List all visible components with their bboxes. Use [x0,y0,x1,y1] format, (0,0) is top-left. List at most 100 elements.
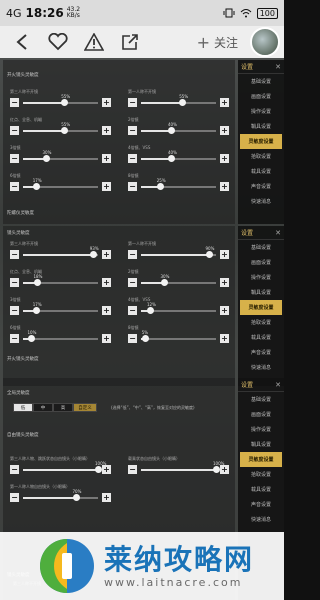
increase-button[interactable]: + [220,278,229,287]
preset-option[interactable]: 高 [53,403,73,412]
sidebar-item[interactable]: 鞘具设置 [238,437,284,452]
sensitivity-slider[interactable]: 17% [23,178,98,193]
share-button[interactable] [112,26,148,58]
preset-option[interactable]: 自定义 [73,403,97,412]
increase-button[interactable]: + [220,98,229,107]
sensitivity-slider[interactable]: 18% [23,274,98,289]
decrease-button[interactable]: − [128,98,137,107]
slider-handle[interactable] [179,99,187,106]
sidebar-item[interactable]: 载具设置 [238,164,284,179]
increase-button[interactable]: + [102,154,111,163]
slider-handle[interactable] [32,307,40,314]
report-button[interactable] [76,26,112,58]
increase-button[interactable]: + [102,182,111,191]
follow-button[interactable]: + 关注 [197,27,280,57]
increase-button[interactable]: + [220,182,229,191]
increase-button[interactable]: + [220,334,229,343]
sidebar-item[interactable]: 基础设置 [238,240,284,255]
sensitivity-slider[interactable]: 90% [141,246,216,261]
sidebar-item[interactable]: 拾取设置 [238,467,284,482]
close-icon[interactable]: ✕ [275,229,281,237]
increase-button[interactable]: + [220,126,229,135]
avatar[interactable] [250,27,280,57]
sensitivity-slider[interactable]: 70% [23,489,98,504]
slider-handle[interactable] [32,183,40,190]
sidebar-item[interactable]: 操作设置 [238,104,284,119]
increase-button[interactable]: + [102,126,111,135]
decrease-button[interactable]: − [10,126,19,135]
increase-button[interactable]: + [102,278,111,287]
sensitivity-slider[interactable]: 5% [141,330,216,345]
decrease-button[interactable]: − [10,306,19,315]
sensitivity-slider[interactable]: 100% [141,461,224,476]
preset-option[interactable]: 中 [33,403,53,412]
sensitivity-slider[interactable]: 30% [23,150,98,165]
slider-handle[interactable] [89,251,97,258]
sidebar-item[interactable]: 鞘具设置 [238,119,284,134]
slider-handle[interactable] [72,494,80,501]
increase-button[interactable]: + [220,250,229,259]
sidebar-item[interactable]: 鞘具设置 [238,285,284,300]
sensitivity-slider[interactable]: 17% [23,302,98,317]
decrease-button[interactable]: − [10,493,19,502]
slider-handle[interactable] [141,335,149,342]
sensitivity-slider[interactable]: 40% [141,122,216,137]
sidebar-item[interactable]: 声音设置 [238,179,284,194]
sensitivity-slider[interactable]: 25% [141,178,216,193]
decrease-button[interactable]: − [128,465,137,474]
decrease-button[interactable]: − [10,154,19,163]
slider-handle[interactable] [61,127,69,134]
decrease-button[interactable]: − [128,182,137,191]
increase-button[interactable]: + [220,154,229,163]
sensitivity-slider[interactable]: 40% [141,150,216,165]
sidebar-item[interactable]: 载具设置 [238,482,284,497]
sidebar-item[interactable]: 灵敏度设置 [240,134,282,149]
back-button[interactable] [4,26,40,58]
slider-handle[interactable] [156,183,164,190]
decrease-button[interactable]: − [10,250,19,259]
decrease-button[interactable]: − [10,465,19,474]
like-button[interactable] [40,26,76,58]
sidebar-item[interactable]: 拾取设置 [238,149,284,164]
slider-handle[interactable] [33,279,41,286]
increase-button[interactable]: + [220,306,229,315]
increase-button[interactable]: + [220,465,229,474]
sidebar-item[interactable]: 操作设置 [238,422,284,437]
slider-handle[interactable] [168,155,175,162]
sidebar-item[interactable]: 基础设置 [238,74,284,89]
sensitivity-slider[interactable]: 55% [23,122,98,137]
slider-handle[interactable] [213,466,220,473]
slider-handle[interactable] [168,127,175,134]
decrease-button[interactable]: − [10,98,19,107]
sidebar-item[interactable]: 操作设置 [238,270,284,285]
slider-handle[interactable] [61,99,69,106]
increase-button[interactable]: + [102,306,111,315]
sensitivity-slider[interactable]: 100% [23,461,106,476]
sidebar-item[interactable]: 拾取设置 [238,315,284,330]
slider-handle[interactable] [42,155,50,162]
decrease-button[interactable]: − [10,334,19,343]
decrease-button[interactable]: − [10,278,19,287]
decrease-button[interactable]: − [128,250,137,259]
decrease-button[interactable]: − [128,154,137,163]
close-icon[interactable]: ✕ [275,63,281,71]
sensitivity-slider[interactable]: 55% [141,94,216,109]
sidebar-item[interactable]: 快速消息 [238,512,284,527]
slider-handle[interactable] [205,251,213,258]
increase-button[interactable]: + [102,465,111,474]
slider-handle[interactable] [27,335,35,342]
sensitivity-slider[interactable]: 93% [23,246,99,261]
sidebar-item[interactable]: 灵敏度设置 [240,300,282,315]
increase-button[interactable]: + [102,334,111,343]
decrease-button[interactable]: − [128,126,137,135]
sensitivity-slider[interactable]: 12% [141,302,216,317]
increase-button[interactable]: + [102,493,111,502]
decrease-button[interactable]: − [10,182,19,191]
sidebar-item[interactable]: 声音设置 [238,345,284,360]
sensitivity-slider[interactable]: 55% [23,94,98,109]
decrease-button[interactable]: − [128,306,137,315]
sidebar-item[interactable]: 画面设置 [238,255,284,270]
sidebar-item[interactable]: 灵敏度设置 [240,452,282,467]
slider-handle[interactable] [160,279,168,286]
sidebar-item[interactable]: 载具设置 [238,330,284,345]
